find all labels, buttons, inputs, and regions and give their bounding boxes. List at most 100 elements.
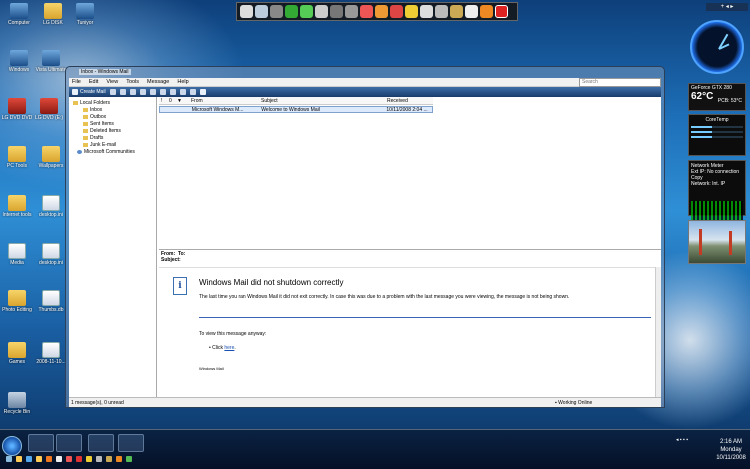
desktop-icon-wallpapers[interactable]: Wallpapers (34, 146, 68, 169)
send-receive-icon[interactable] (159, 89, 166, 95)
quicklaunch-icon[interactable] (106, 456, 112, 462)
quicklaunch-icon[interactable] (46, 456, 52, 462)
menu-help[interactable]: Help (177, 79, 188, 85)
desktop-icon-desktop-ini-2[interactable]: desktop.ini (34, 243, 68, 266)
power-icon[interactable] (495, 5, 508, 18)
contacts-icon[interactable] (169, 89, 176, 95)
column-from[interactable]: From (189, 98, 259, 104)
menu-file[interactable]: File (72, 79, 81, 85)
dock-app-icon[interactable] (435, 5, 448, 18)
desktop-icon-thumbs[interactable]: Thumbs.db (34, 290, 68, 313)
quicklaunch-icon[interactable] (76, 456, 82, 462)
menu-tools[interactable]: Tools (126, 79, 139, 85)
computer-icon (10, 3, 28, 19)
taskbar-windows-mail[interactable] (118, 434, 144, 452)
taskbar-media-player[interactable] (28, 434, 54, 452)
quicklaunch-icon[interactable] (66, 456, 72, 462)
search-input[interactable]: Search (579, 78, 661, 87)
dock-app-icon[interactable] (270, 5, 283, 18)
desktop-icon-photo-editing[interactable]: Photo Editing (0, 290, 34, 313)
dock-app-icon[interactable] (285, 5, 298, 18)
dock-app-icon[interactable] (405, 5, 418, 18)
dock-app-icon[interactable] (300, 5, 313, 18)
dock-app-icon[interactable] (450, 5, 463, 18)
quicklaunch-icon[interactable] (36, 456, 42, 462)
taskbar-explorer[interactable] (56, 434, 82, 452)
dock-app-icon[interactable] (345, 5, 358, 18)
desktop-icon-pc-tools[interactable]: PC Tools (0, 146, 34, 169)
quicklaunch-icon[interactable] (96, 456, 102, 462)
desktop-icon-tuniyor[interactable]: Tuniyor (68, 3, 102, 26)
delete-icon[interactable] (149, 89, 156, 95)
menu-view[interactable]: View (106, 79, 118, 85)
column-flag[interactable]: ▼ (175, 98, 189, 104)
reply-icon[interactable] (109, 89, 116, 95)
layout-icon[interactable] (189, 89, 196, 95)
error-text: The last time you ran Windows Mail it di… (199, 294, 570, 300)
core-load-bar (691, 131, 743, 133)
column-priority[interactable]: ! (159, 98, 167, 104)
desktop-icon-lg-dvd[interactable]: LG DVD DVD (0, 98, 34, 121)
dock-app-icon[interactable] (240, 5, 253, 18)
quicklaunch-icon[interactable] (16, 456, 22, 462)
dock-app-icon[interactable] (375, 5, 388, 18)
preview-scrollbar[interactable] (655, 267, 661, 397)
menu-message[interactable]: Message (147, 79, 169, 85)
click-here-link[interactable]: here (224, 345, 234, 351)
folder-microsoft-communities[interactable]: Microsoft Communities (69, 148, 156, 155)
quicklaunch-icon[interactable] (116, 456, 122, 462)
app-dock (236, 2, 518, 21)
quicklaunch-icon[interactable] (26, 456, 32, 462)
title-bar[interactable]: Inbox - Windows Mail (66, 67, 664, 78)
dock-app-icon[interactable] (480, 5, 493, 18)
dock-app-icon[interactable] (330, 5, 343, 18)
quicklaunch-icon[interactable] (126, 456, 132, 462)
calendar-icon[interactable] (179, 89, 186, 95)
column-received[interactable]: Received (385, 98, 433, 104)
forward-icon[interactable] (129, 89, 136, 95)
print-icon[interactable] (139, 89, 146, 95)
column-subject[interactable]: Subject (259, 98, 385, 104)
desktop-icon-recycle-bin[interactable]: Recycle Bin (0, 392, 34, 415)
desktop-icon-computer[interactable]: Computer (2, 3, 36, 26)
folder-deleted-items[interactable]: Deleted Items (69, 127, 156, 134)
desktop-icon-desktop-ini[interactable]: desktop.ini (34, 195, 68, 218)
desktop-icon-internet-tools[interactable]: Internet tools (0, 195, 34, 218)
desktop-icon-lg-disk[interactable]: LG DISK (36, 3, 70, 26)
gadget-sidebar-controls[interactable]: + ◂ ▸ (706, 3, 748, 11)
dock-app-icon[interactable] (315, 5, 328, 18)
dock-app-icon[interactable] (465, 5, 478, 18)
start-button[interactable] (2, 436, 22, 456)
create-mail-button[interactable]: Create Mail (72, 89, 106, 95)
desktop-icon-windows[interactable]: Windows (2, 50, 36, 73)
taskbar-firefox[interactable] (88, 434, 114, 452)
message-row[interactable]: Microsoft Windows M... Welcome to Window… (159, 106, 433, 113)
desktop-icon-vista[interactable]: Vista Ultimate (34, 50, 68, 73)
quicklaunch-icon[interactable] (56, 456, 62, 462)
system-tray[interactable]: ◂ ▪ ▪ ▪ (676, 437, 688, 443)
desktop-icon-lg-dvd-e[interactable]: LG DVD (E:) (32, 98, 66, 121)
view-icon[interactable] (199, 89, 206, 95)
status-bar: 1 message(s), 0 unread ▪ Working Online (69, 397, 661, 407)
folder-inbox[interactable]: Inbox (69, 106, 156, 113)
bridge-tower (729, 231, 732, 255)
reply-all-icon[interactable] (119, 89, 126, 95)
column-attachment[interactable]: 0 (167, 98, 175, 104)
desktop-icon-games[interactable]: Games (0, 342, 34, 365)
menu-edit[interactable]: Edit (89, 79, 98, 85)
dock-app-icon[interactable] (390, 5, 403, 18)
dock-app-icon[interactable] (360, 5, 373, 18)
folder-outbox[interactable]: Outbox (69, 113, 156, 120)
folder-junk[interactable]: Junk E-mail (69, 141, 156, 148)
desktop-icon-screenshot[interactable]: 2008-11-10... (34, 342, 68, 365)
folder-local-folders[interactable]: Local Folders (69, 99, 156, 106)
envelope-icon (72, 89, 78, 95)
quicklaunch-icon[interactable] (6, 456, 12, 462)
folder-sent-items[interactable]: Sent Items (69, 120, 156, 127)
folder-drafts[interactable]: Drafts (69, 134, 156, 141)
desktop-icon-media[interactable]: Media (0, 243, 34, 266)
taskbar-clock[interactable]: 2:16 AM Monday 10/11/2008 (716, 438, 746, 462)
dock-app-icon[interactable] (420, 5, 433, 18)
dock-app-icon[interactable] (255, 5, 268, 18)
quicklaunch-icon[interactable] (86, 456, 92, 462)
